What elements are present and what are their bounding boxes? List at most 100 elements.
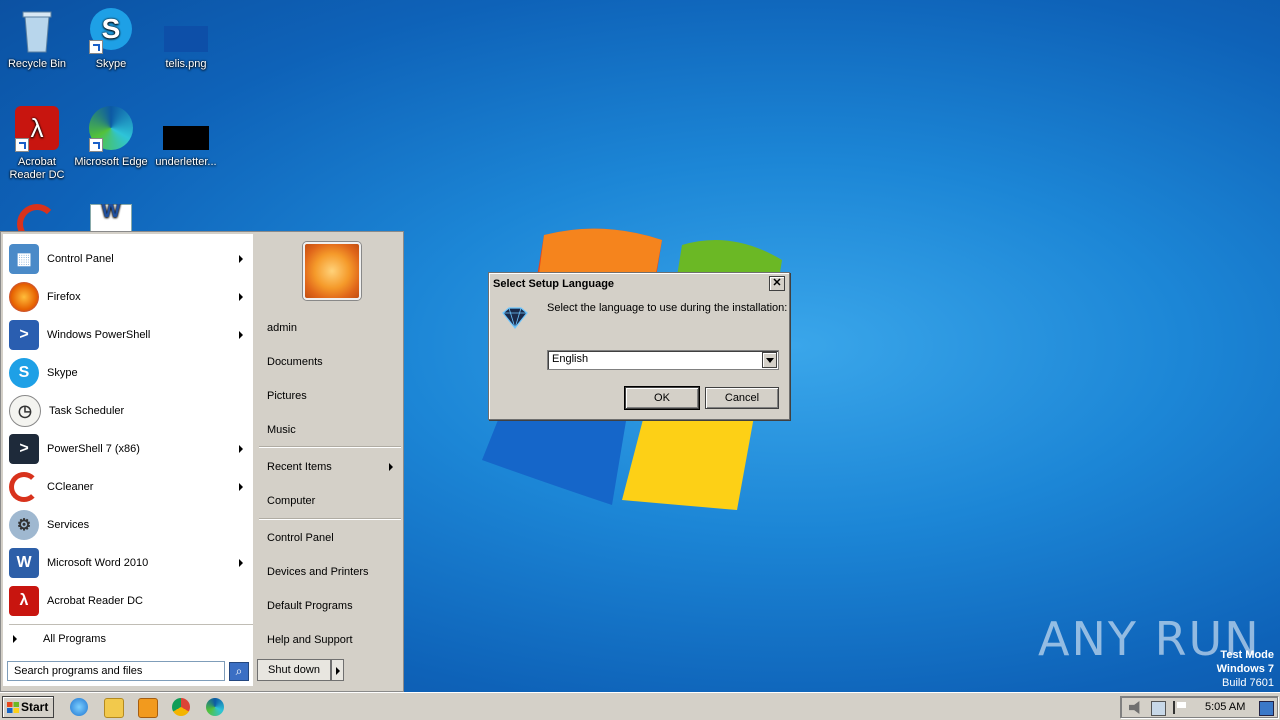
cancel-button[interactable]: Cancel [705, 387, 779, 409]
desktop-icon-label: underletter... [155, 156, 217, 168]
edge-icon [87, 106, 135, 152]
shortcut-arrow-icon [15, 138, 29, 152]
start-right-control-panel[interactable]: Control Panel [267, 528, 399, 548]
desktop-icon-label: Recycle Bin [7, 58, 67, 70]
os-label: Windows 7 [1216, 663, 1274, 675]
start-label: Start [21, 700, 49, 714]
clock[interactable]: 5:05 AM [1205, 701, 1245, 713]
desktop-icon-telis[interactable]: telis.png [149, 8, 223, 71]
start-right-user[interactable]: admin [267, 318, 399, 338]
desktop-icon-acrobat[interactable]: λ Acrobat Reader DC [0, 106, 74, 182]
shutdown-button[interactable]: Shut down [257, 659, 331, 681]
image-file-icon [162, 8, 210, 54]
setup-language-dialog: Select Setup Language ✕ Select the langu… [488, 272, 790, 420]
acrobat-icon: λ [9, 586, 39, 616]
firefox-icon [9, 282, 39, 312]
start-item-task-scheduler[interactable]: ◷ Task Scheduler [9, 394, 249, 428]
build-label: Build 7601 [1222, 677, 1274, 689]
close-button[interactable]: ✕ [769, 276, 785, 291]
shortcut-arrow-icon [89, 40, 103, 54]
start-item-powershell7[interactable]: > PowerShell 7 (x86) [9, 432, 249, 466]
start-item-label: CCleaner [47, 481, 94, 493]
shortcut-arrow-icon [89, 138, 103, 152]
start-right-computer[interactable]: Computer [267, 491, 399, 511]
powershell-icon: > [9, 320, 39, 350]
submenu-arrow-icon [239, 293, 243, 301]
start-item-label: Firefox [47, 291, 81, 303]
chrome-icon[interactable] [172, 698, 190, 716]
start-right-music[interactable]: Music [267, 420, 399, 440]
start-menu-programs-pane: ▦ Control Panel Firefox > Windows PowerS… [3, 234, 253, 686]
internet-explorer-icon[interactable] [70, 698, 88, 716]
desktop-icon-skype[interactable]: S Skype [74, 8, 148, 71]
desktop-icon-ccleaner-partial[interactable] [0, 204, 74, 231]
start-item-label: Skype [47, 367, 78, 379]
start-item-label: Microsoft Word 2010 [47, 557, 149, 569]
word-icon: W [9, 548, 39, 578]
shutdown-options-button[interactable] [331, 659, 344, 681]
dialog-title: Select Setup Language [491, 275, 787, 293]
desktop-icon-recycle-bin[interactable]: Recycle Bin [0, 8, 74, 71]
submenu-arrow-icon [389, 463, 393, 471]
action-center-flag-icon[interactable] [1173, 701, 1188, 714]
edge-icon[interactable] [206, 698, 224, 716]
test-mode-watermark: Test Mode Windows 7 Build 7601 [1217, 648, 1274, 690]
desktop-icon-label: telis.png [165, 58, 207, 70]
all-programs-label: All Programs [43, 633, 106, 645]
desktop-icon-word-partial[interactable]: W [74, 204, 148, 231]
ok-button[interactable]: OK [624, 386, 700, 410]
start-menu-places-pane: admin Documents Pictures Music Recent It… [255, 234, 403, 686]
start-right-help-support[interactable]: Help and Support [267, 630, 399, 650]
start-item-services[interactable]: ⚙ Services [9, 508, 249, 542]
desktop-icon-underletter[interactable]: underletter... [149, 106, 223, 169]
start-item-acrobat[interactable]: λ Acrobat Reader DC [9, 584, 249, 618]
submenu-arrow-icon [239, 255, 243, 263]
divider [259, 446, 401, 447]
start-right-devices-printers[interactable]: Devices and Printers [267, 562, 399, 582]
file-thumbnail-icon [162, 106, 210, 152]
start-item-firefox[interactable]: Firefox [9, 280, 249, 314]
file-explorer-icon[interactable] [104, 698, 124, 718]
start-item-word[interactable]: W Microsoft Word 2010 [9, 546, 249, 580]
taskbar: Start 5:05 AM [0, 692, 1280, 720]
start-item-label: PowerShell 7 (x86) [47, 443, 140, 455]
start-button[interactable]: Start [2, 696, 54, 718]
dialog-message: Select the language to use during the in… [547, 302, 788, 314]
media-player-icon[interactable] [138, 698, 158, 718]
system-tray: 5:05 AM [1120, 696, 1278, 718]
ccleaner-icon [13, 204, 61, 231]
submenu-arrow-icon [239, 445, 243, 453]
start-item-windows-powershell[interactable]: > Windows PowerShell [9, 318, 249, 352]
start-right-documents[interactable]: Documents [267, 352, 399, 372]
start-item-label: Services [47, 519, 90, 531]
volume-icon[interactable] [1129, 701, 1140, 714]
recent-items-label: Recent Items [267, 461, 332, 473]
language-select[interactable]: English [547, 350, 779, 370]
desktop-icon-label: Microsoft Edge [74, 156, 148, 168]
start-item-skype[interactable]: S Skype [9, 356, 249, 390]
task-scheduler-icon: ◷ [9, 395, 41, 427]
start-right-default-programs[interactable]: Default Programs [267, 596, 399, 616]
start-item-control-panel[interactable]: ▦ Control Panel [9, 242, 249, 276]
all-programs-button[interactable]: All Programs [13, 633, 106, 645]
start-item-label: Task Scheduler [49, 405, 125, 417]
control-panel-icon: ▦ [9, 244, 39, 274]
desktop-icon-edge[interactable]: Microsoft Edge [74, 106, 148, 169]
language-selected-value: English [552, 353, 589, 365]
setup-diamond-icon [502, 307, 528, 329]
divider [9, 624, 253, 625]
submenu-arrow-icon [239, 483, 243, 491]
skype-icon: S [87, 8, 135, 54]
show-desktop-icon[interactable] [1259, 701, 1274, 716]
start-right-pictures[interactable]: Pictures [267, 386, 399, 406]
start-item-label: Windows PowerShell [47, 329, 151, 341]
network-icon[interactable] [1151, 701, 1166, 716]
dropdown-arrow-icon[interactable] [762, 352, 777, 368]
recycle-bin-icon [13, 8, 61, 54]
start-right-recent-items[interactable]: Recent Items [267, 457, 399, 477]
start-search-input[interactable]: Search programs and files [7, 661, 225, 681]
start-item-ccleaner[interactable]: CCleaner [9, 470, 249, 504]
desktop-icon-label: Acrobat Reader DC [9, 156, 65, 181]
user-avatar[interactable] [303, 242, 361, 300]
search-icon[interactable]: ⌕ [229, 662, 249, 681]
